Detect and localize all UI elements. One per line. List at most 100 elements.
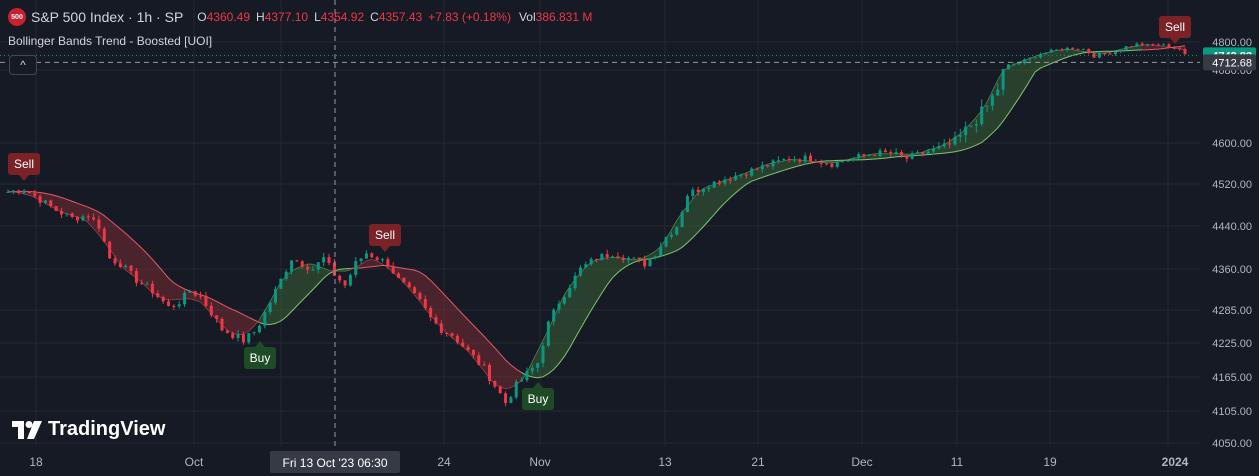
candle-body (231, 333, 235, 338)
buy-signal-pointer (255, 341, 265, 347)
candle-body (691, 189, 695, 196)
price-axis-tick: 4600.00 (1212, 138, 1252, 150)
candle-body (830, 163, 834, 167)
crosshair-price-tag-text: 4712.68 (1212, 57, 1252, 69)
price-axis-tick: 4800.00 (1212, 37, 1252, 49)
candle-body (568, 288, 572, 298)
candle-body (274, 288, 277, 303)
candle-body (306, 266, 310, 270)
candle-body (621, 257, 625, 261)
candle-body (755, 168, 759, 170)
candle-body (964, 126, 968, 136)
volume-value: 386.831 M (535, 10, 593, 24)
candle-body (381, 259, 384, 261)
crosshair-time-tag-text: Fri 13 Oct '23 06:30 (282, 456, 387, 470)
candle-body (407, 282, 411, 288)
candle-body (1162, 44, 1166, 46)
candle-body (1135, 43, 1139, 47)
candle-body (1167, 44, 1171, 48)
candle-body (589, 259, 593, 265)
indicator-legend[interactable]: Bollinger Bands Trend - Boosted [UOI] (8, 34, 212, 48)
candle-body (439, 323, 443, 333)
tradingview-logo[interactable]: TradingView (12, 418, 165, 441)
candle-body (648, 258, 652, 267)
candle-body (787, 159, 791, 161)
candle-body (386, 259, 390, 267)
change-value: +7.83 (+0.18%) (428, 10, 511, 24)
high-label: H (256, 10, 265, 24)
price-axis-tick: 4520.00 (1212, 179, 1252, 191)
candle-body (38, 196, 42, 203)
tradingview-logo-icon (12, 420, 42, 439)
time-axis-tick: Dec (851, 455, 872, 469)
candle-body (348, 274, 352, 286)
symbol-title[interactable]: S&P 500 Index · 1h · SP (31, 9, 183, 25)
close-value: 4357.43 (378, 10, 423, 24)
candle-body (771, 160, 775, 167)
candle-body (841, 161, 845, 163)
symbol-logo[interactable]: 500 (8, 8, 26, 26)
candle-body (161, 296, 165, 302)
candle-body (482, 364, 486, 366)
volume-label: Vol (518, 10, 536, 24)
candle-body (1049, 49, 1053, 53)
candle-body (525, 371, 529, 381)
candle-body (921, 152, 925, 154)
candle-body (102, 228, 106, 242)
time-axis[interactable]: 18 Oct 24 Nov 13 21 Dec 11 19 2024 Fri 13 Oct '23 … (0, 447, 1259, 476)
candle-body (536, 363, 540, 368)
candle-body (1076, 48, 1080, 50)
candle-body (825, 163, 829, 165)
time-axis-tick: 24 (437, 455, 451, 469)
candle-body (1006, 64, 1010, 70)
candle-body (418, 293, 422, 300)
candle-body (295, 260, 299, 262)
candle-body (434, 317, 438, 324)
candle-body (632, 257, 636, 259)
candle-body (1087, 48, 1091, 54)
candle-body (696, 189, 700, 192)
candle-body (252, 332, 256, 334)
candle-body (573, 275, 577, 289)
candle-body (792, 159, 796, 161)
candle-body (257, 325, 261, 333)
candle-body (1081, 48, 1085, 50)
candle-body (969, 125, 973, 127)
candle-body (391, 266, 395, 274)
candle-body (653, 256, 657, 259)
candle-body (247, 333, 251, 343)
candle-body (1151, 44, 1155, 46)
price-axis-tick: 4440.00 (1212, 221, 1252, 233)
candle-body (108, 241, 112, 259)
candle-body (60, 210, 63, 215)
candle-body (397, 273, 401, 278)
candle-body (316, 262, 320, 270)
low-label: L (314, 10, 321, 24)
price-axis-tick: 4225.00 (1212, 338, 1252, 350)
collapse-legend-button[interactable]: ^ (9, 55, 37, 75)
band-bear-area (8, 191, 260, 335)
band-bull-edge (521, 44, 1143, 381)
candle-body (862, 154, 866, 156)
candle-body (225, 330, 229, 334)
price-chart[interactable]: SellBuySellBuySell4800.004680.004600.004… (0, 0, 1259, 476)
buy-signal-pointer (533, 382, 543, 388)
candle-body (803, 155, 807, 162)
candle-body (846, 160, 850, 162)
candle-body (707, 187, 711, 190)
candle-body (766, 165, 770, 167)
candle-body (33, 193, 37, 197)
candle-body (17, 190, 21, 193)
candle-body (809, 155, 812, 162)
candle-body (1033, 57, 1037, 59)
candle-body (279, 278, 283, 289)
time-axis-tick: 18 (29, 455, 43, 469)
candle-body (354, 261, 358, 275)
candle-body (1065, 47, 1069, 51)
price-axis[interactable]: 4800.004680.004600.004520.004440.004360.… (1200, 0, 1259, 476)
candle-body (172, 305, 176, 307)
candle-body (990, 95, 994, 106)
candle-body (643, 259, 647, 267)
candle-body (1124, 46, 1128, 51)
candle-body (504, 393, 508, 403)
